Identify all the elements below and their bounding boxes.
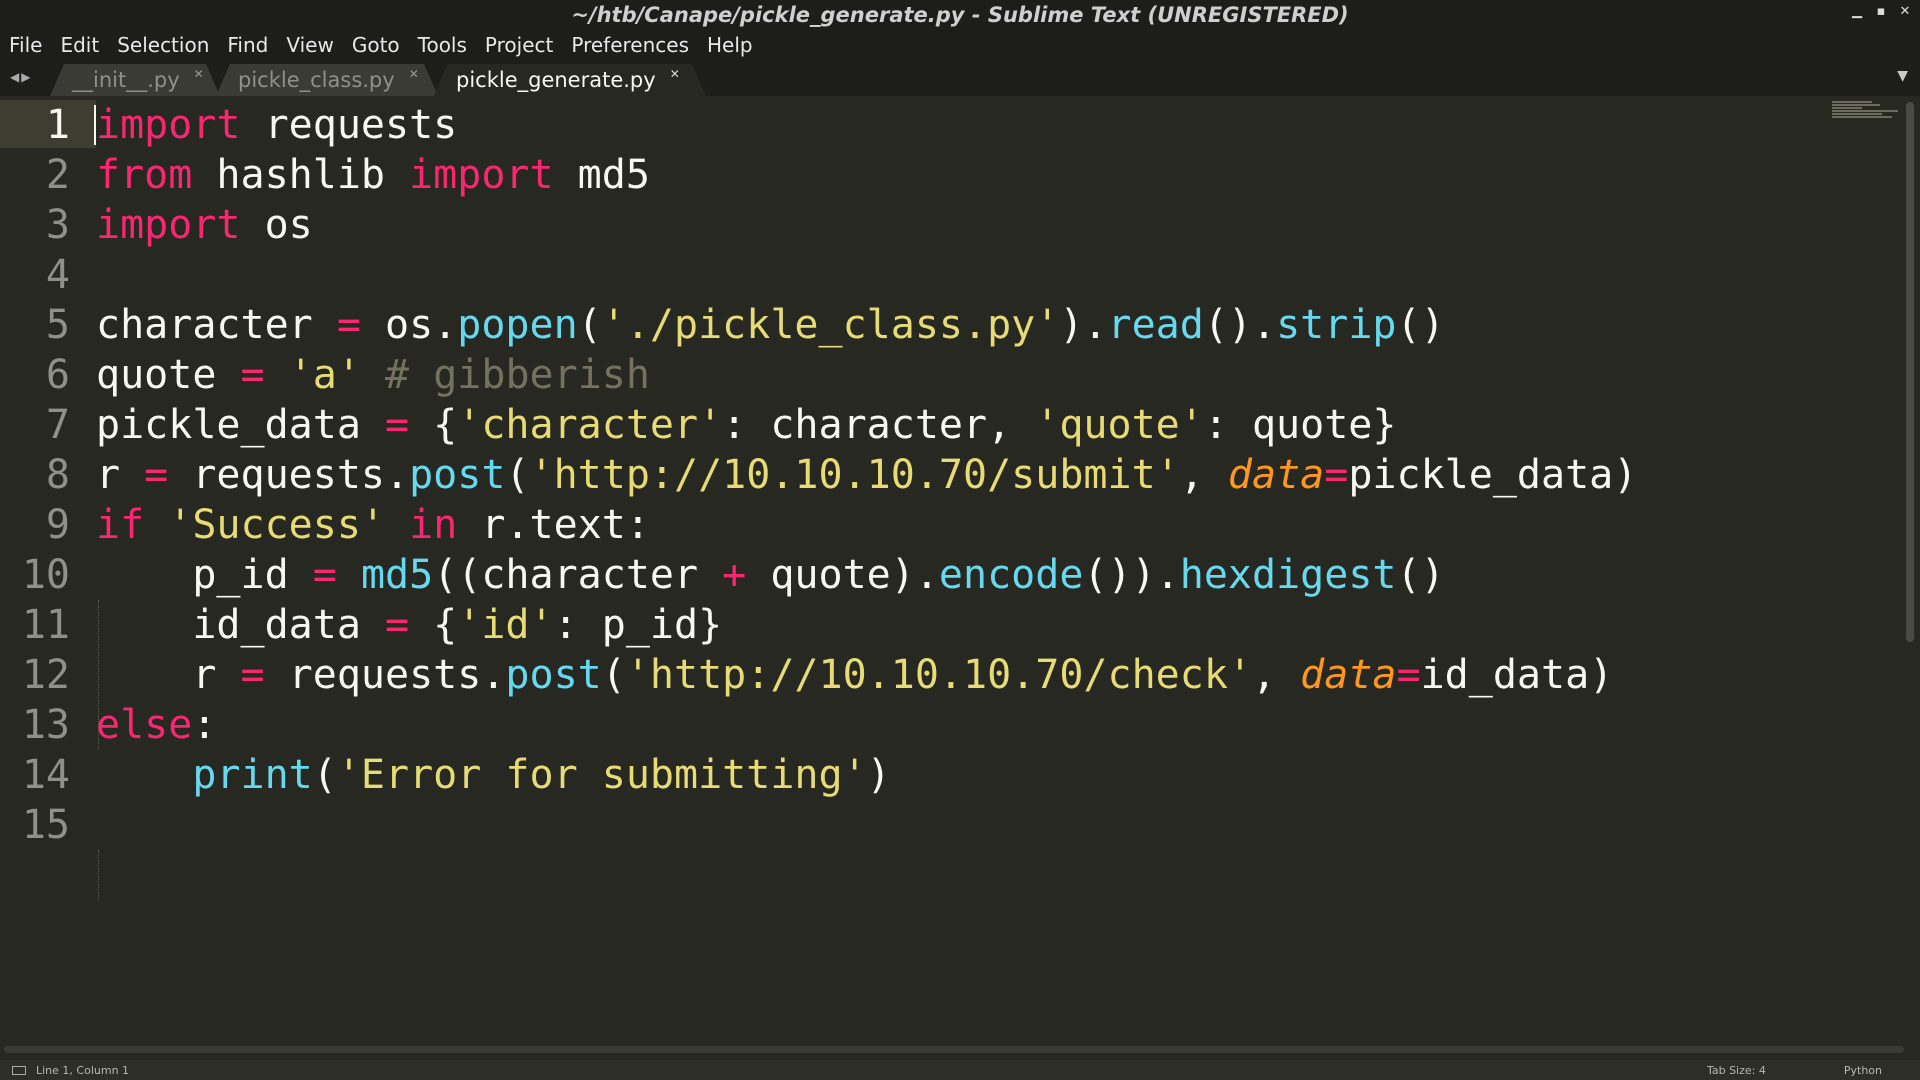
vertical-scrollbar[interactable]	[1906, 102, 1914, 642]
tab-label: __init__.py	[72, 68, 180, 92]
code-line[interactable]: import os	[96, 200, 1637, 250]
line-number: 10	[21, 552, 70, 598]
indent-guide	[98, 850, 99, 900]
cursor-position: Line 1, Column 1	[36, 1063, 130, 1077]
code-line[interactable]: p_id = md5((character + quote).encode())…	[96, 550, 1637, 600]
code-editor[interactable]: 1 2 3 4 5 6 7 8 9 10 11 12 13 14 15 impo…	[0, 98, 1920, 1053]
horizontal-scrollbar[interactable]	[4, 1046, 1904, 1053]
line-number: 12	[21, 652, 70, 698]
text-cursor	[94, 105, 96, 145]
line-number: 14	[21, 752, 70, 798]
line-number: 6	[45, 352, 70, 398]
line-number: 3	[45, 202, 70, 248]
code-line[interactable]: print('Error for submitting')	[96, 750, 1637, 800]
tab-label: pickle_class.py	[238, 68, 395, 92]
line-number: 5	[45, 302, 70, 348]
line-number: 8	[45, 452, 70, 498]
window-controls: ▁ ▪ ✕	[1850, 4, 1912, 19]
line-number: 1	[45, 102, 70, 148]
code-line[interactable]: from hashlib import md5	[96, 150, 1637, 200]
minimap[interactable]	[1832, 100, 1898, 130]
menu-bar: File Edit Selection Find View Goto Tools…	[0, 30, 1920, 60]
code-text[interactable]: import requests from hashlib import md5 im…	[94, 100, 1637, 850]
tab-pickle-generate-py[interactable]: pickle_generate.py ✕	[434, 64, 706, 96]
menu-help[interactable]: Help	[698, 33, 762, 57]
line-number: 9	[45, 502, 70, 548]
code-line[interactable]: else:	[96, 700, 1637, 750]
line-number: 11	[21, 602, 70, 648]
title-bar: ~/htb/Canape/pickle_generate.py - Sublim…	[0, 0, 1920, 30]
tab-init-py[interactable]: __init__.py ✕	[50, 64, 220, 96]
menu-selection[interactable]: Selection	[108, 33, 218, 57]
close-icon[interactable]: ✕	[1898, 4, 1912, 19]
code-line[interactable]: quote = 'a' # gibberish	[96, 350, 1637, 400]
tab-close-icon[interactable]: ✕	[670, 67, 680, 81]
tab-label: pickle_generate.py	[456, 68, 656, 92]
line-number: 15	[21, 802, 70, 848]
code-line[interactable]: r = requests.post('http://10.10.10.70/ch…	[96, 650, 1637, 700]
tab-bar: ◀▶ __init__.py ✕ pickle_class.py ✕ pickl…	[0, 60, 1920, 98]
line-number: 4	[45, 252, 70, 298]
menu-project[interactable]: Project	[476, 33, 562, 57]
menu-file[interactable]: File	[0, 33, 51, 57]
code-line[interactable]: ​	[96, 800, 1637, 850]
panel-toggle-icon[interactable]	[12, 1065, 26, 1075]
line-number: 7	[45, 402, 70, 448]
minimize-icon[interactable]: ▁	[1850, 4, 1864, 19]
menu-edit[interactable]: Edit	[51, 33, 108, 57]
line-number-gutter: 1 2 3 4 5 6 7 8 9 10 11 12 13 14 15	[0, 100, 70, 850]
line-number: 13	[21, 702, 70, 748]
tab-close-icon[interactable]: ✕	[409, 67, 419, 81]
code-line[interactable]: if 'Success' in r.text:	[96, 500, 1637, 550]
line-number: 2	[45, 152, 70, 198]
menu-find[interactable]: Find	[218, 33, 277, 57]
code-line[interactable]: pickle_data = {'character': character, '…	[96, 400, 1637, 450]
code-line[interactable]: ​	[96, 250, 1637, 300]
status-bar: Line 1, Column 1 Tab Size: 4 Python	[0, 1060, 1920, 1080]
syntax-indicator[interactable]: Python	[1844, 1064, 1882, 1077]
code-line[interactable]: import requests	[94, 100, 1637, 150]
menu-view[interactable]: View	[277, 33, 342, 57]
code-line[interactable]: id_data = {'id': p_id}	[96, 600, 1637, 650]
menu-preferences[interactable]: Preferences	[562, 33, 698, 57]
window-title: ~/htb/Canape/pickle_generate.py - Sublim…	[571, 3, 1349, 27]
tab-close-icon[interactable]: ✕	[194, 67, 204, 81]
tab-pickle-class-py[interactable]: pickle_class.py ✕	[216, 64, 438, 96]
tab-dropdown-icon[interactable]: ▼	[1897, 68, 1908, 84]
maximize-icon[interactable]: ▪	[1874, 4, 1888, 19]
code-line[interactable]: r = requests.post('http://10.10.10.70/su…	[96, 450, 1637, 500]
tab-size-indicator[interactable]: Tab Size: 4	[1707, 1064, 1766, 1077]
menu-goto[interactable]: Goto	[343, 33, 409, 57]
menu-tools[interactable]: Tools	[409, 33, 476, 57]
code-line[interactable]: character = os.popen('./pickle_class.py'…	[96, 300, 1637, 350]
tab-nav-arrows-icon[interactable]: ◀▶	[10, 70, 32, 84]
